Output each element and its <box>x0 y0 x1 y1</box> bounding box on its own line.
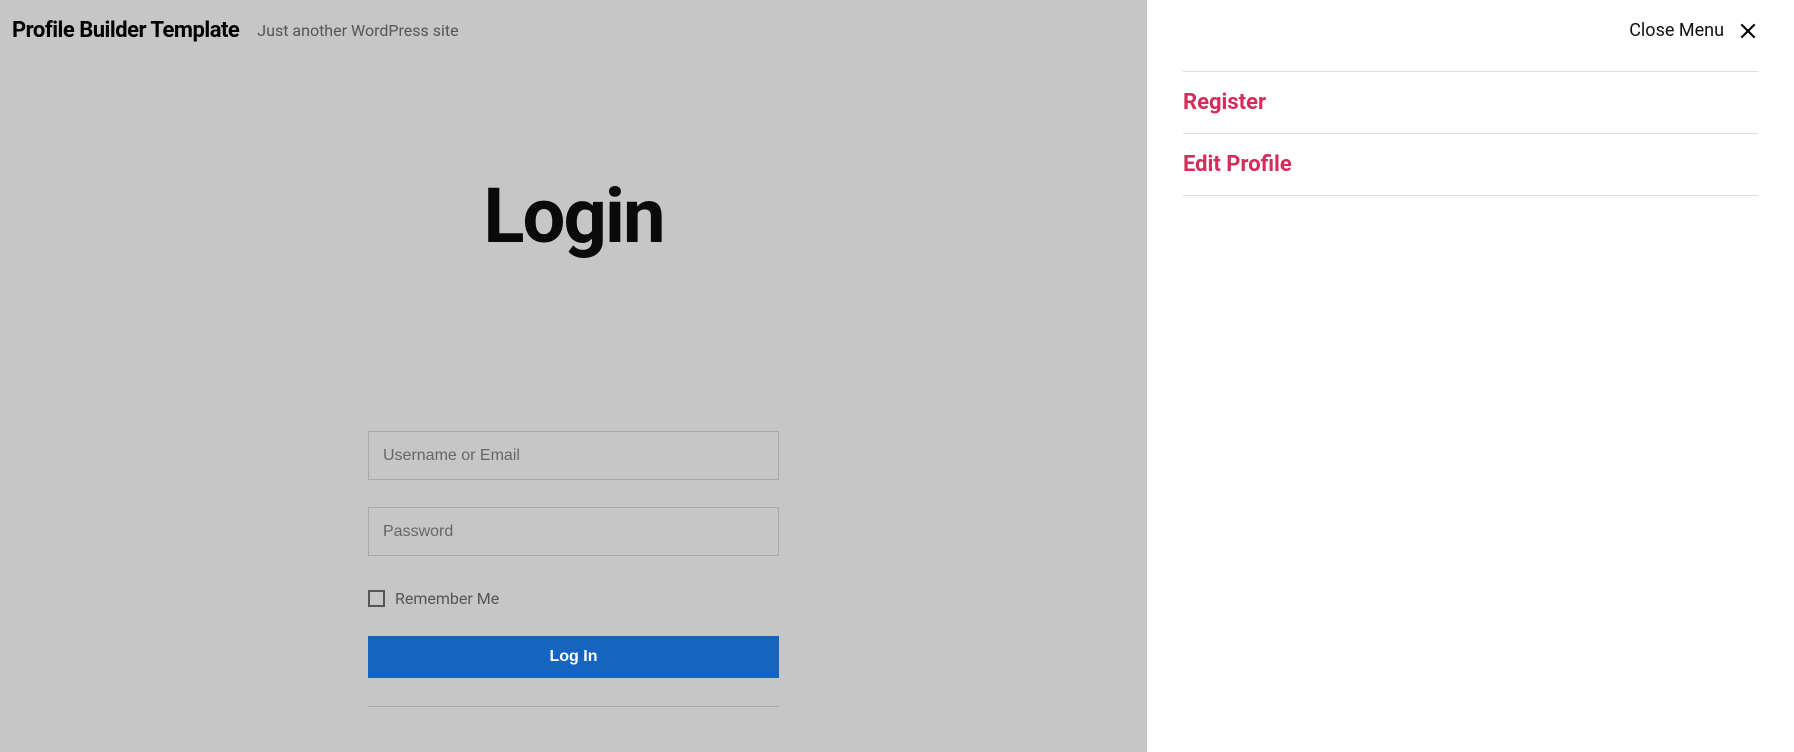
main-content: Profile Builder Template Just another Wo… <box>0 0 1147 752</box>
username-input[interactable] <box>368 431 779 480</box>
page-title: Login <box>0 171 1147 261</box>
remember-me-label[interactable]: Remember Me <box>395 589 499 608</box>
edit-profile-link[interactable]: Edit Profile <box>1183 152 1292 177</box>
close-menu-label: Close Menu <box>1629 20 1724 41</box>
menu-list: Register Edit Profile <box>1183 71 1758 196</box>
menu-item-register: Register <box>1183 71 1758 133</box>
site-title[interactable]: Profile Builder Template <box>12 18 239 43</box>
login-form: Remember Me Log In <box>368 431 779 707</box>
site-tagline: Just another WordPress site <box>257 21 458 40</box>
site-header: Profile Builder Template Just another Wo… <box>0 0 1147 61</box>
close-menu-button[interactable]: Close Menu <box>1183 20 1758 41</box>
close-icon <box>1738 21 1758 41</box>
remember-me-checkbox[interactable] <box>368 590 385 607</box>
login-button[interactable]: Log In <box>368 636 779 678</box>
menu-item-edit-profile: Edit Profile <box>1183 133 1758 196</box>
form-divider <box>368 706 779 707</box>
register-link[interactable]: Register <box>1183 90 1266 115</box>
side-menu: Close Menu Register Edit Profile <box>1147 0 1794 752</box>
password-input[interactable] <box>368 507 779 556</box>
remember-me-row: Remember Me <box>368 589 779 608</box>
